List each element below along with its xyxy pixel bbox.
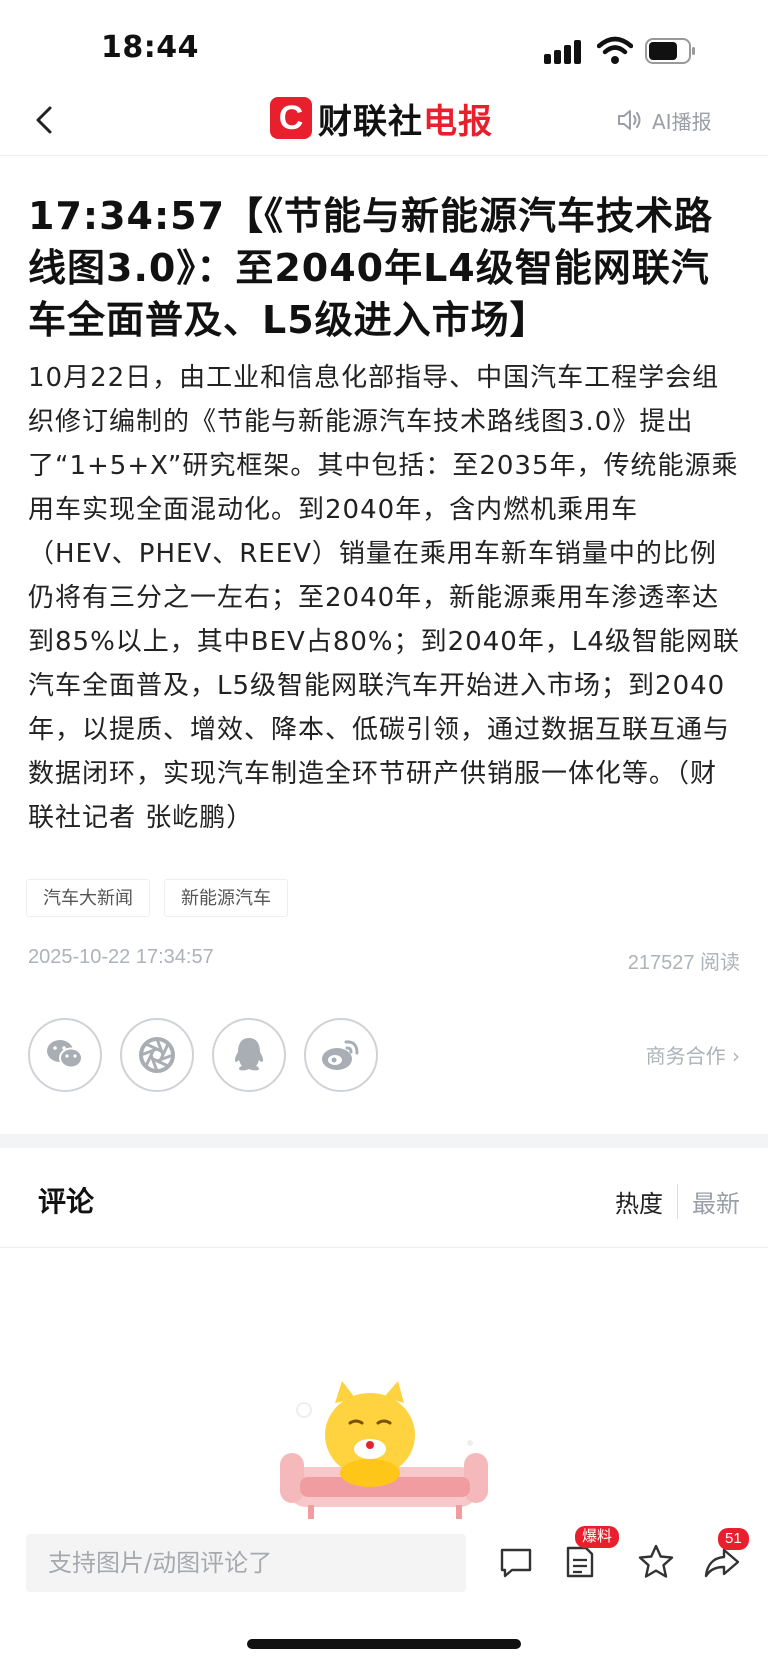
article-meta: 2025-10-22 17:34:57 217527 阅读 bbox=[28, 946, 740, 975]
sort-hot-tab[interactable]: 热度 bbox=[615, 1184, 678, 1219]
publish-date: 2025-10-22 17:34:57 bbox=[28, 946, 214, 968]
logo-mark: C bbox=[270, 97, 312, 139]
comment-input[interactable]: 支持图片/动图评论了 bbox=[26, 1534, 466, 1592]
comments-title: 评论 bbox=[38, 1185, 95, 1218]
qq-icon bbox=[234, 1038, 264, 1071]
wechat-icon bbox=[47, 1040, 83, 1069]
speaker-icon bbox=[618, 110, 641, 130]
ai-broadcast-label: AI播报 bbox=[652, 109, 712, 134]
report-tip-icon[interactable] bbox=[560, 1542, 600, 1582]
comment-sort: 热度 最新 bbox=[615, 1184, 740, 1219]
battery-icon bbox=[645, 38, 695, 64]
comment-icon[interactable] bbox=[496, 1542, 536, 1582]
share-wechat-button[interactable] bbox=[28, 1018, 102, 1092]
comments-header: 评论 热度 最新 bbox=[0, 1148, 768, 1248]
article: 17:34:57【《节能与新能源汽车技术路线图3.0》：至2040年L4级智能网… bbox=[28, 190, 740, 840]
star-icon[interactable] bbox=[636, 1542, 676, 1582]
share-count-badge: 51 bbox=[718, 1528, 749, 1550]
share-moments-button[interactable] bbox=[120, 1018, 194, 1092]
status-time: 18:44 bbox=[101, 30, 199, 65]
article-headline: 17:34:57【《节能与新能源汽车技术路线图3.0》：至2040年L4级智能网… bbox=[28, 194, 714, 342]
tag-item[interactable]: 新能源汽车 bbox=[164, 879, 288, 917]
read-count: 217527 阅读 bbox=[627, 952, 740, 974]
tag-list: 汽车大新闻 新能源汽车 bbox=[26, 879, 288, 917]
sort-new-tab[interactable]: 最新 bbox=[678, 1184, 740, 1219]
app-logo: C 财联社电报 bbox=[270, 94, 493, 142]
article-body: 10月22日，由工业和信息化部指导、中国汽车工程学会组织修订编制的《节能与新能源… bbox=[28, 363, 740, 833]
cellular-signal-icon bbox=[544, 40, 584, 64]
share-row: 商务合作 › bbox=[28, 1018, 740, 1092]
moments-icon bbox=[139, 1037, 175, 1073]
share-qq-button[interactable] bbox=[212, 1018, 286, 1092]
logo-text-red: 电报 bbox=[423, 101, 493, 142]
section-divider bbox=[0, 1134, 768, 1148]
nav-bar: C 财联社电报 AI播报 bbox=[0, 84, 768, 156]
logo-text-black: 财联社 bbox=[318, 101, 423, 142]
status-bar: 18:44 bbox=[0, 0, 768, 84]
back-arrow-icon[interactable] bbox=[28, 100, 64, 140]
empty-comments-illustration bbox=[280, 1381, 488, 1519]
home-indicator bbox=[247, 1639, 521, 1649]
business-cooperation-link[interactable]: 商务合作 › bbox=[646, 1040, 740, 1069]
logo-text: 财联社电报 bbox=[318, 94, 493, 143]
baoliao-badge: 爆料 bbox=[575, 1526, 620, 1548]
weibo-icon bbox=[322, 1040, 359, 1070]
tag-item[interactable]: 汽车大新闻 bbox=[26, 879, 150, 917]
wifi-icon bbox=[597, 36, 633, 64]
ai-broadcast-button[interactable]: AI播报 bbox=[616, 104, 712, 136]
share-weibo-button[interactable] bbox=[304, 1018, 378, 1092]
bottom-bar: 支持图片/动图评论了 爆料 51 bbox=[0, 1526, 768, 1600]
